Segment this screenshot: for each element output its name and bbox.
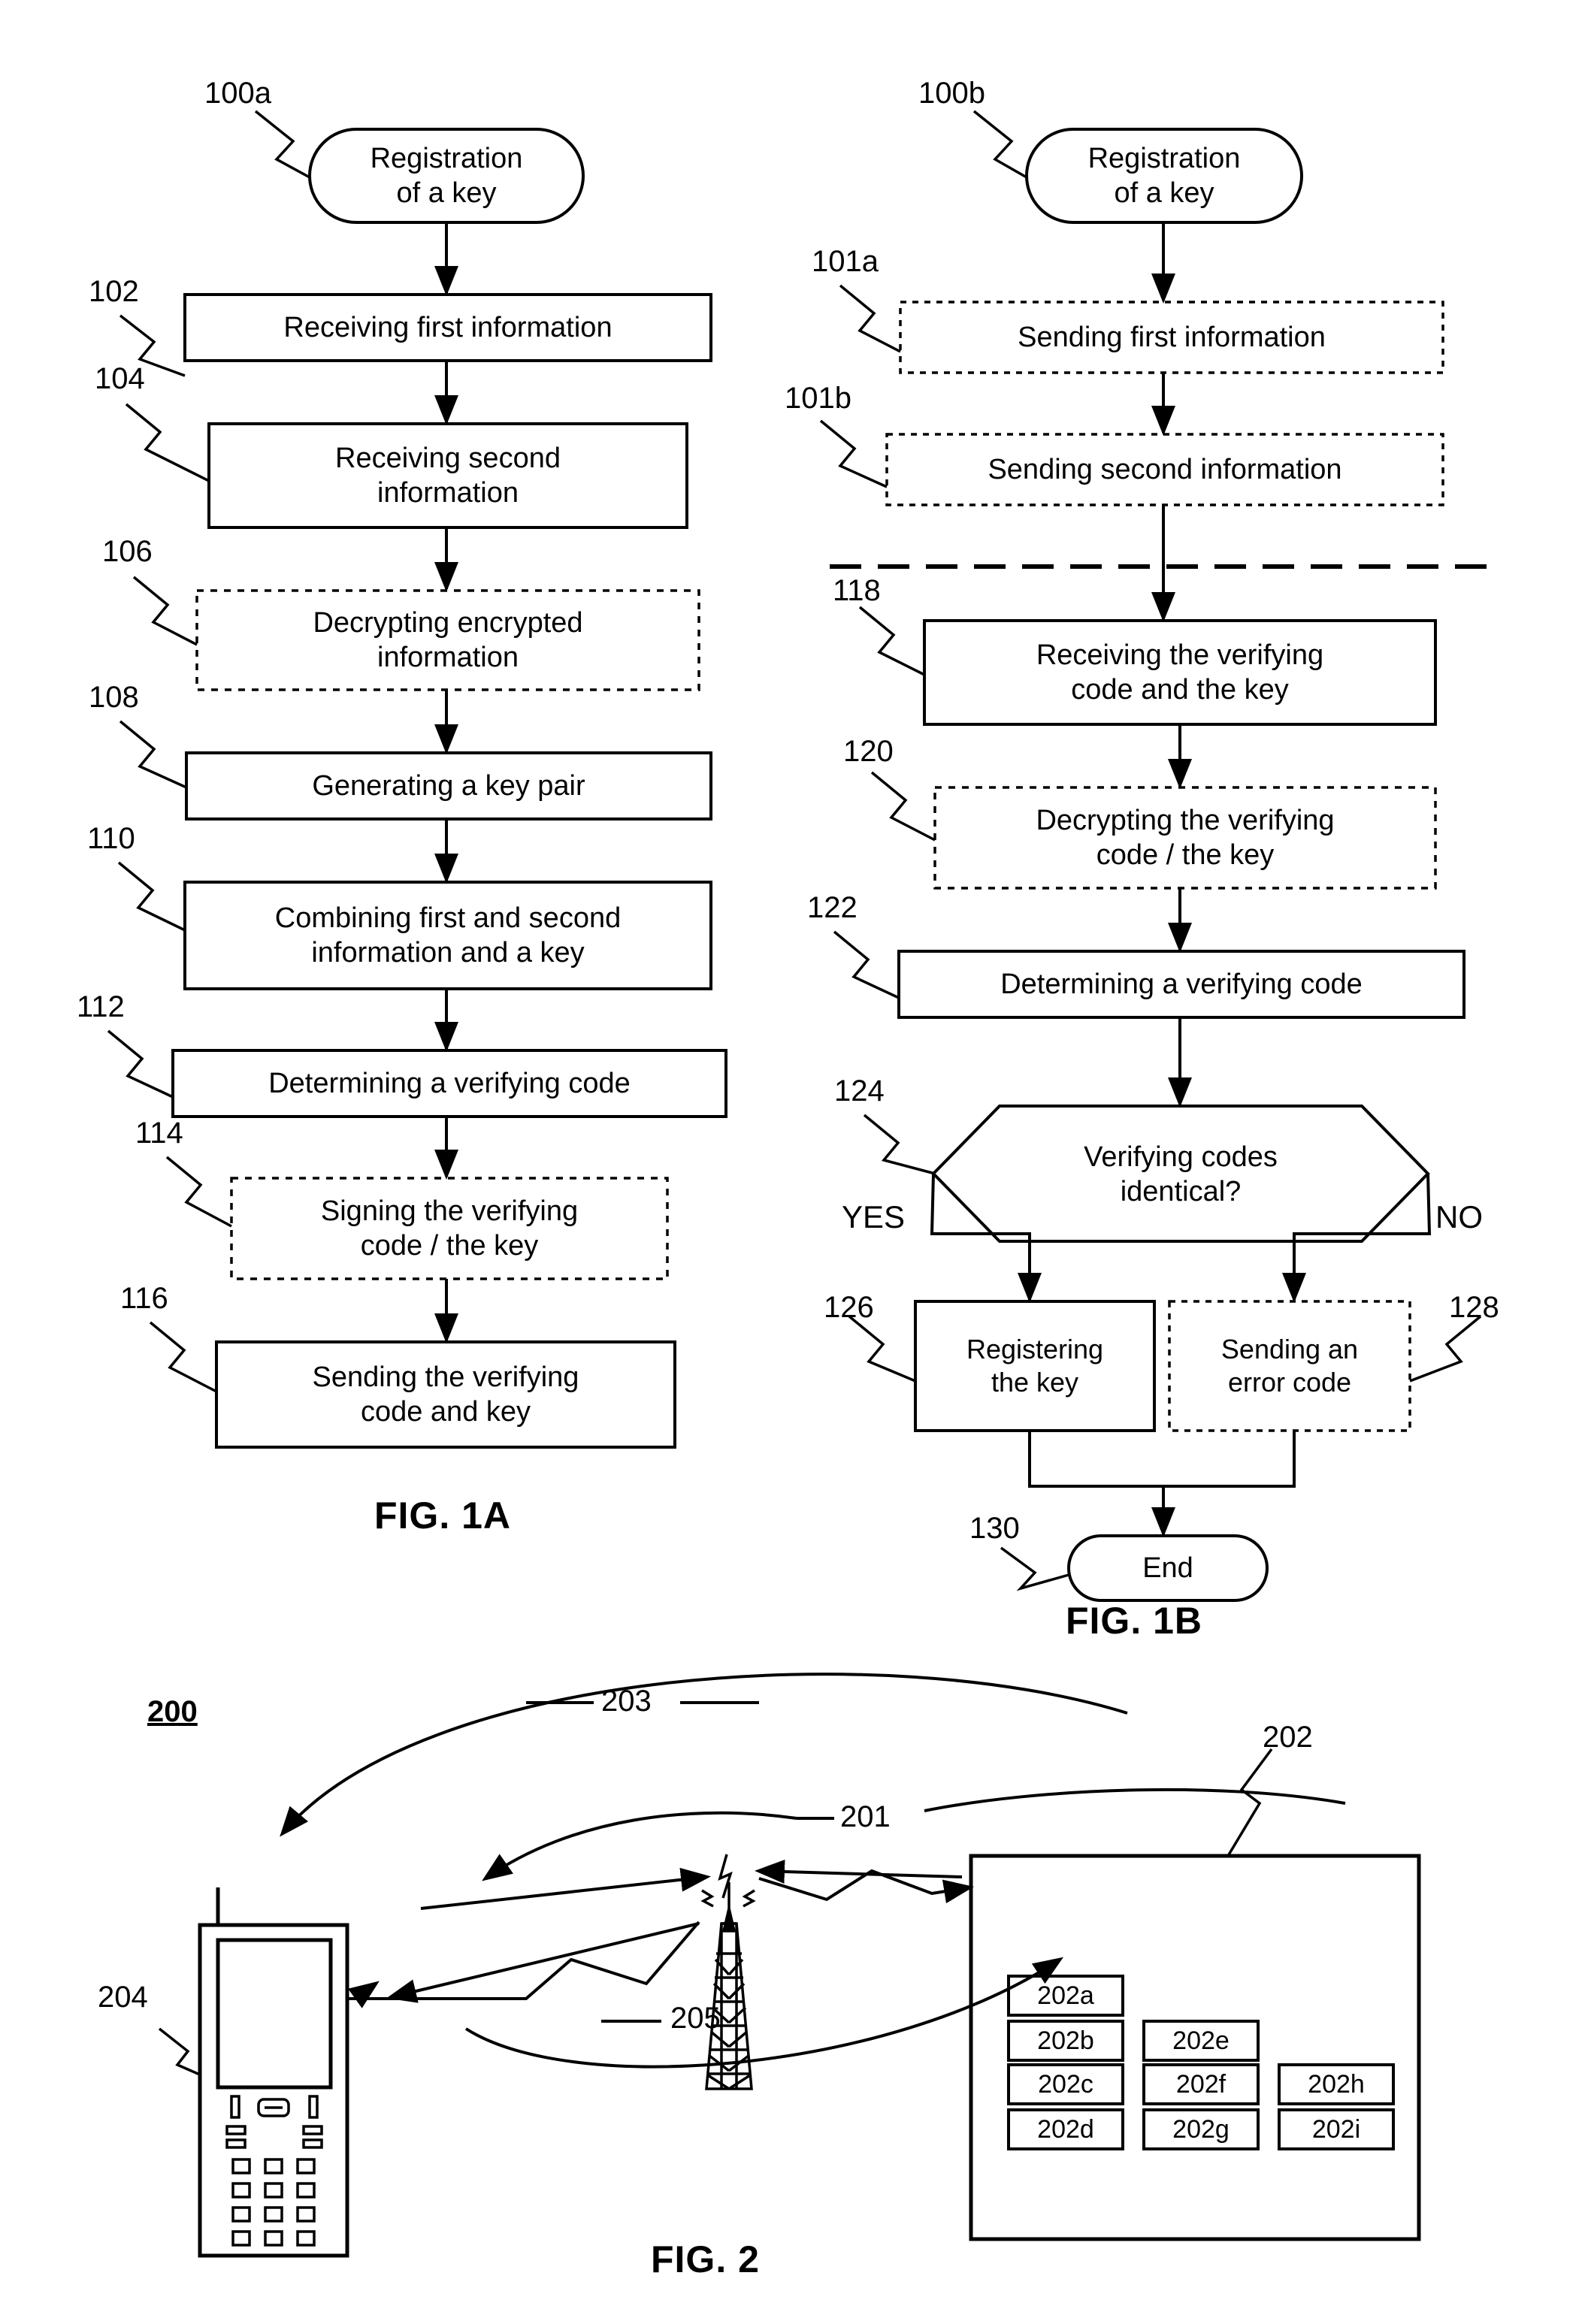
ref-104: 104 bbox=[95, 362, 145, 395]
fig1b-box-126 bbox=[914, 1300, 1156, 1432]
fig1a-box-110 bbox=[183, 881, 712, 990]
ref-102: 102 bbox=[89, 275, 139, 308]
ref-106: 106 bbox=[102, 535, 153, 568]
fig1a-box-114 bbox=[230, 1177, 669, 1280]
ref-112: 112 bbox=[77, 990, 125, 1023]
ref-200: 200 bbox=[147, 1695, 198, 1728]
fig1a-box-116 bbox=[215, 1340, 676, 1449]
fig1a-box-108 bbox=[185, 751, 712, 821]
ref-205: 205 bbox=[670, 2002, 721, 2035]
fig2-caption: FIG. 2 bbox=[651, 2238, 760, 2280]
drawing-vector-layer bbox=[107, 110, 1503, 2258]
fig2-cell-tower bbox=[700, 1854, 756, 2090]
fig1b-box-128 bbox=[1168, 1300, 1411, 1432]
fig2-link-201-left bbox=[482, 1811, 797, 1881]
ref-101a: 101a bbox=[812, 245, 879, 278]
ref-124: 124 bbox=[834, 1074, 885, 1108]
ref-100a: 100a bbox=[204, 77, 271, 110]
ref-118: 118 bbox=[833, 574, 881, 607]
ref-128: 128 bbox=[1449, 1291, 1499, 1324]
fig1b-box-122 bbox=[897, 950, 1465, 1019]
ref-110: 110 bbox=[87, 822, 135, 855]
ref-204: 204 bbox=[98, 1981, 148, 2014]
fig2-device-screen bbox=[216, 1938, 333, 2090]
fig1b-box-101b bbox=[885, 433, 1444, 506]
ref-120: 120 bbox=[843, 735, 894, 768]
fig1b-box-120 bbox=[933, 786, 1437, 890]
fig1b-decision-124 bbox=[931, 1105, 1430, 1243]
fig1b-end-terminator bbox=[1067, 1534, 1269, 1602]
fig1b-start-terminator bbox=[1025, 128, 1303, 224]
fig1b-caption: FIG. 1B bbox=[1066, 1600, 1203, 1642]
fig2-mobile-device bbox=[198, 1923, 349, 2258]
ref-101b: 101b bbox=[785, 382, 851, 415]
fig2-radio-link-left bbox=[347, 1921, 700, 2000]
fig2-link-203 bbox=[280, 1673, 1128, 1837]
ref-100b: 100b bbox=[918, 77, 985, 110]
ref-114: 114 bbox=[135, 1117, 183, 1150]
fig1a-box-104 bbox=[207, 422, 688, 529]
fig1b-box-101a bbox=[899, 301, 1444, 374]
ref-126: 126 bbox=[824, 1291, 874, 1324]
branch-label-yes: YES bbox=[842, 1199, 906, 1235]
ref-203: 203 bbox=[601, 1685, 652, 1718]
branch-label-no: NO bbox=[1435, 1199, 1483, 1235]
ref-122: 122 bbox=[807, 891, 858, 924]
ref-202: 202 bbox=[1263, 1721, 1313, 1754]
fig1a-start-terminator bbox=[308, 128, 585, 224]
ref-108: 108 bbox=[89, 681, 139, 714]
fig1a-box-112 bbox=[171, 1049, 727, 1118]
fig1a-caption: FIG. 1A bbox=[374, 1494, 512, 1537]
fig2-server-box bbox=[969, 1854, 1421, 2241]
ref-201: 201 bbox=[840, 1800, 891, 1833]
fig1a-box-102 bbox=[183, 293, 712, 362]
ref-116: 116 bbox=[120, 1282, 168, 1315]
fig1a-box-106 bbox=[195, 589, 700, 691]
fig1b-box-118 bbox=[923, 619, 1437, 726]
patent-drawing-sheet: Registration of a key 100a Receiving fir… bbox=[0, 0, 1591, 2324]
ref-130: 130 bbox=[969, 1512, 1020, 1545]
